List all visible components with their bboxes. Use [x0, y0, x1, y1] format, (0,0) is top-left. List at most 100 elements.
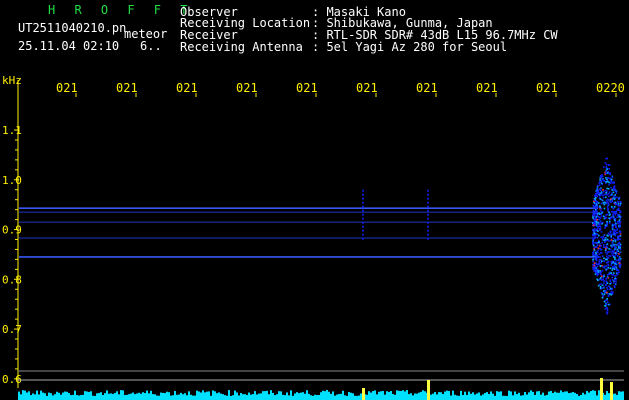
echo-pixel: [592, 231, 595, 233]
echo-pixel: [618, 198, 620, 201]
noise-bar: [614, 393, 616, 400]
echo-pixel: [602, 166, 605, 168]
echo-pixel: [611, 210, 613, 213]
noise-bar: [234, 390, 236, 400]
echo-pixel: [600, 231, 603, 233]
noise-bar: [180, 392, 182, 400]
echo-pixel: [602, 190, 605, 193]
echo-pixel: [611, 241, 614, 244]
echo-pixel: [603, 257, 605, 259]
noise-bar: [578, 395, 580, 400]
noise-bar: [404, 391, 406, 400]
noise-bar: [228, 390, 230, 400]
noise-bar: [34, 394, 36, 400]
echo-pixel: [618, 271, 620, 273]
echo-dot: [362, 237, 364, 240]
echo-dot: [427, 205, 429, 208]
echo-pixel: [600, 202, 603, 205]
noise-bar: [108, 393, 110, 400]
echo-dot: [427, 233, 429, 236]
noise-bar: [258, 393, 260, 400]
echo-pixel: [615, 192, 618, 194]
echo-pixel: [604, 284, 607, 286]
echo-pixel: [592, 251, 595, 254]
echo-pixel: [600, 292, 603, 294]
noise-bar: [520, 395, 522, 400]
echo-pixel: [611, 199, 614, 201]
noise-bar: [178, 394, 180, 400]
echo-pixel: [606, 267, 609, 270]
noise-bar: [292, 395, 294, 400]
noise-bar: [486, 392, 488, 400]
echo-pixel: [606, 307, 608, 309]
echo-pixel: [604, 308, 607, 310]
echo-pixel: [603, 179, 605, 182]
meteor-echoes: [362, 157, 622, 315]
echo-pixel: [618, 262, 621, 265]
echo-pixel: [618, 241, 621, 244]
noise-bar: [156, 395, 158, 400]
echo-dot: [427, 197, 429, 200]
echo-pixel: [592, 241, 594, 243]
echo-dot: [427, 213, 429, 216]
echo-pixel: [600, 207, 602, 210]
echo-pixel: [596, 244, 599, 246]
burst-bar: [600, 378, 603, 400]
echo-pixel: [611, 292, 614, 295]
echo-pixel: [604, 304, 606, 307]
noise-bar: [256, 394, 258, 400]
echo-pixel: [615, 190, 617, 192]
noise-bar: [430, 394, 432, 400]
noise-bar: [48, 392, 50, 400]
echo-pixel: [615, 275, 617, 277]
echo-pixel: [601, 194, 604, 197]
echo-pixel: [616, 262, 618, 265]
noise-bar: [78, 395, 80, 400]
noise-bar: [62, 392, 64, 400]
echo-pixel: [607, 177, 609, 179]
echo-pixel: [614, 213, 617, 216]
noise-bar: [248, 392, 250, 400]
time-label: 021: [536, 81, 558, 95]
echo-pixel: [600, 179, 603, 181]
noise-bar: [208, 391, 210, 400]
echo-pixel: [605, 181, 607, 183]
echo-dot: [362, 233, 364, 236]
noise-bar: [66, 391, 68, 400]
echo-pixel: [604, 162, 607, 164]
echo-pixel: [606, 178, 608, 181]
noise-bar: [452, 390, 454, 400]
echo-pixel: [614, 224, 617, 226]
echo-pixel: [606, 255, 608, 258]
echo-pixel: [614, 261, 617, 263]
noise-bar: [604, 394, 606, 400]
noise-bar: [200, 392, 202, 400]
echo-pixel: [602, 196, 605, 199]
noise-bar: [54, 394, 56, 400]
echo-pixel: [619, 202, 622, 205]
noise-bar: [158, 395, 160, 400]
noise-bar: [542, 392, 544, 400]
noise-bar: [546, 394, 548, 400]
y-tick-label: 0.7: [2, 323, 22, 336]
echo-pixel: [612, 279, 614, 281]
echo-pixel: [607, 202, 610, 205]
noise-bar: [438, 392, 440, 400]
echo-pixel: [619, 251, 621, 254]
echo-pixel: [597, 247, 600, 250]
noise-bar: [576, 394, 578, 400]
noise-bar: [318, 395, 320, 400]
echo-pixel: [611, 269, 614, 271]
echo-pixel: [616, 238, 618, 241]
noise-bar: [616, 394, 618, 400]
noise-bar: [372, 391, 374, 400]
noise-bar: [308, 393, 310, 400]
echo-pixel: [606, 220, 608, 223]
echo-pixel: [602, 189, 604, 191]
noise-bar: [144, 393, 146, 400]
noise-bar: [100, 392, 102, 400]
noise-bar: [496, 391, 498, 400]
noise-bar: [176, 394, 178, 400]
echo-pixel: [606, 291, 608, 294]
noise-bar: [132, 392, 134, 400]
